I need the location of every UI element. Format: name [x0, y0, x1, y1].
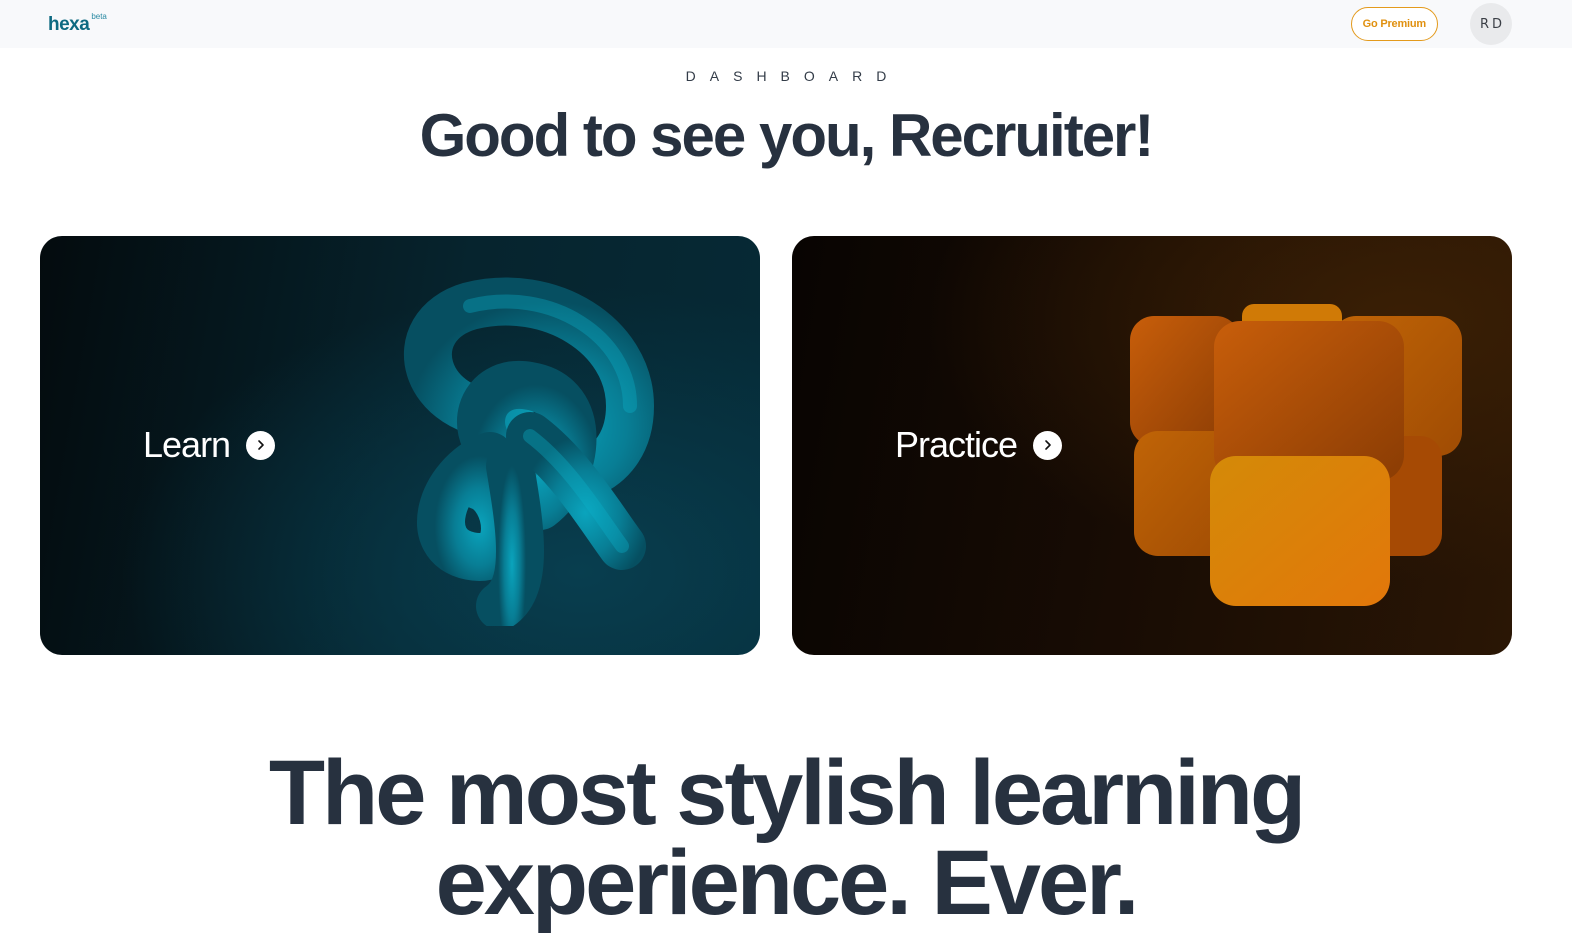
- top-navigation-bar: hexa beta Go Premium RD: [0, 0, 1572, 48]
- logo-wordmark: hexa: [48, 13, 90, 35]
- learn-card[interactable]: Learn: [40, 236, 760, 655]
- chevron-right-icon[interactable]: [246, 430, 276, 460]
- dashboard-overline: DASHBOARD: [685, 68, 901, 84]
- cube-illustration: [1130, 304, 1462, 606]
- tagline-line-1: The most stylish learning: [268, 742, 1306, 844]
- header-actions: Go Premium RD: [1350, 3, 1512, 45]
- practice-card-label[interactable]: Practice: [895, 424, 1063, 466]
- chevron-right-icon[interactable]: [1033, 430, 1063, 460]
- user-avatar[interactable]: RD: [1470, 3, 1512, 45]
- practice-card[interactable]: Practice: [792, 236, 1512, 655]
- go-premium-button[interactable]: Go Premium: [1350, 7, 1438, 41]
- page-title: Good to see you, Recruiter!: [419, 102, 1155, 169]
- learn-card-label[interactable]: Learn: [143, 424, 276, 466]
- tagline-line-2: experience. Ever.: [435, 832, 1140, 934]
- beta-badge: beta: [91, 11, 107, 21]
- knot-illustration: [404, 277, 655, 626]
- marketing-tagline: The most stylish learning experience. Ev…: [0, 742, 1572, 934]
- hexa-logo[interactable]: hexa beta: [48, 11, 107, 35]
- learn-label-text: Learn: [143, 424, 231, 465]
- practice-label-text: Practice: [895, 424, 1018, 465]
